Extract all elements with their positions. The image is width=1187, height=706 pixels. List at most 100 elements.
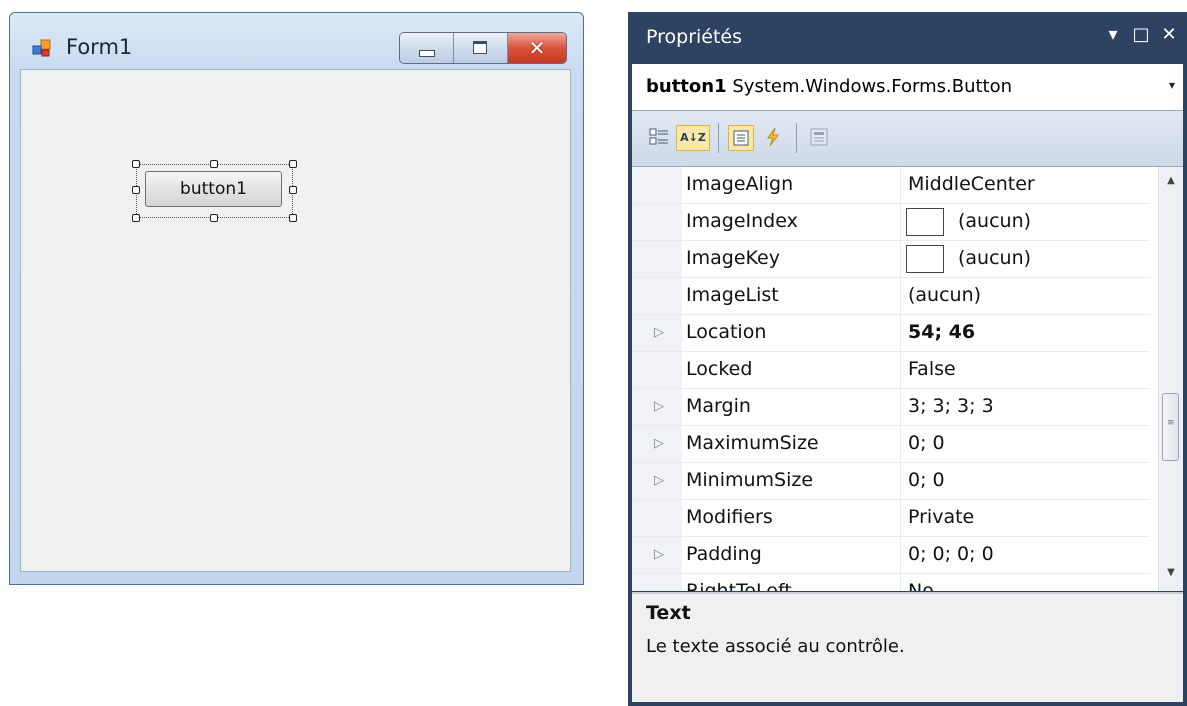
property-row-locked[interactable]: Locked False [632,352,1149,389]
properties-toolbar: A↓Z [632,111,1183,167]
property-name: ImageList [686,284,779,306]
resize-handle-left[interactable] [132,186,140,194]
toolbar-separator [718,123,719,153]
property-row-padding[interactable]: ▷ Padding 0; 0; 0; 0 [632,537,1149,574]
column-divider [900,463,901,499]
description-title: Text [646,602,691,624]
property-row-location[interactable]: ▷ Location 54; 46 [632,315,1149,352]
property-value[interactable]: Private [908,506,974,528]
image-preview-swatch [906,245,944,273]
property-value[interactable]: 0; 0 [908,469,945,491]
property-name: ImageAlign [686,173,794,195]
form1-window: Form1 ✕ button1 [9,12,584,585]
selected-object: button1 System.Windows.Forms.Button [646,76,1012,97]
resize-handle-top[interactable] [210,160,218,168]
property-value[interactable]: 54; 46 [908,321,975,343]
close-button[interactable]: ✕ [508,33,566,63]
chevron-down-icon[interactable]: ▾ [1169,78,1175,92]
property-value[interactable]: 0; 0; 0; 0 [908,543,994,565]
scrollbar-thumb[interactable]: ≡ [1162,393,1179,461]
property-name: ImageIndex [686,210,798,232]
property-grid[interactable]: ImageAlign MiddleCenter ImageIndex (aucu… [632,167,1183,591]
expand-icon[interactable]: ▷ [654,325,664,340]
property-name: Padding [686,543,762,565]
form1-titlebar[interactable]: Form1 ✕ [10,13,583,69]
property-value[interactable]: 3; 3; 3; 3 [908,395,994,417]
form1-client-area[interactable]: button1 [20,69,571,572]
events-icon[interactable] [760,125,786,151]
property-name: MaximumSize [686,432,819,454]
properties-panel: Propriétés ▾ □ ✕ button1 System.Windows.… [628,12,1187,706]
caption-buttons: ✕ [399,32,567,64]
resize-handle-bottom-right[interactable] [289,214,297,222]
property-value[interactable]: False [908,358,956,380]
column-divider [900,426,901,462]
window-position-icon[interactable]: ▾ [1103,24,1123,45]
alphabetical-icon[interactable]: A↓Z [676,125,710,151]
property-value[interactable]: (aucun) [908,284,981,306]
property-row-imagekey[interactable]: ImageKey (aucun) [632,241,1149,278]
form1-title: Form1 [66,35,133,59]
form-icon [32,39,51,57]
expand-icon[interactable]: ▷ [654,547,664,562]
scroll-down-icon[interactable]: ▼ [1159,567,1183,578]
minimize-button[interactable] [400,33,454,63]
panel-window-controls: ▾ □ ✕ [1103,24,1179,45]
property-value[interactable]: 0; 0 [908,432,945,454]
property-value[interactable]: No [908,580,934,591]
auto-hide-icon[interactable]: □ [1131,24,1151,45]
properties-titlebar[interactable]: Propriétés ▾ □ ✕ [632,12,1183,64]
close-icon: ✕ [528,36,546,60]
property-name: Location [686,321,767,343]
column-divider [900,537,901,573]
column-divider [900,500,901,536]
toolbar-separator [796,123,797,153]
vertical-scrollbar[interactable]: ▲ ≡ ▼ [1158,167,1183,591]
property-name: ImageKey [686,247,780,269]
categorized-icon[interactable] [646,125,672,151]
property-name: RightToLeft [686,580,792,591]
grip-icon: ≡ [1167,418,1175,428]
property-row-imagelist[interactable]: ImageList (aucun) [632,278,1149,315]
property-name: Locked [686,358,753,380]
button1[interactable]: button1 [145,171,282,207]
image-preview-swatch [906,208,944,236]
column-divider [900,389,901,425]
property-row-modifiers[interactable]: Modifiers Private [632,500,1149,537]
properties-title: Propriétés [646,26,743,48]
object-selector[interactable]: button1 System.Windows.Forms.Button ▾ [632,64,1183,111]
resize-handle-bottom-left[interactable] [132,214,140,222]
property-row-imagealign[interactable]: ImageAlign MiddleCenter [632,167,1149,204]
column-divider [900,241,901,277]
property-row-maximumsize[interactable]: ▷ MaximumSize 0; 0 [632,426,1149,463]
description-text: Le texte associé au contrôle. [646,636,905,657]
property-pages-icon[interactable] [806,125,832,151]
maximize-button[interactable] [454,33,508,63]
property-row-imageindex[interactable]: ImageIndex (aucun) [632,204,1149,241]
maximize-icon [473,41,487,54]
selected-object-name: button1 [646,76,727,97]
expand-icon[interactable]: ▷ [654,436,664,451]
property-value[interactable]: (aucun) [958,247,1031,269]
property-name: MinimumSize [686,469,814,491]
resize-handle-top-left[interactable] [132,160,140,168]
expand-icon[interactable]: ▷ [654,399,664,414]
selected-object-type: System.Windows.Forms.Button [732,76,1013,97]
button1-selection[interactable]: button1 [132,160,297,222]
expand-icon[interactable]: ▷ [654,473,664,488]
column-divider [900,278,901,314]
resize-handle-top-right[interactable] [289,160,297,168]
resize-handle-bottom[interactable] [210,214,218,222]
property-value[interactable]: (aucun) [958,210,1031,232]
close-panel-icon[interactable]: ✕ [1159,24,1179,45]
column-divider [900,315,901,351]
property-row-righttoleft[interactable]: RightToLeft No [632,574,1149,591]
property-row-minimumsize[interactable]: ▷ MinimumSize 0; 0 [632,463,1149,500]
property-row-margin[interactable]: ▷ Margin 3; 3; 3; 3 [632,389,1149,426]
properties-icon[interactable] [728,125,754,151]
description-pane: Text Le texte associé au contrôle. [632,592,1183,702]
resize-handle-right[interactable] [289,186,297,194]
property-value[interactable]: MiddleCenter [908,173,1035,195]
scroll-up-icon[interactable]: ▲ [1159,175,1183,186]
minimize-icon [419,50,435,57]
